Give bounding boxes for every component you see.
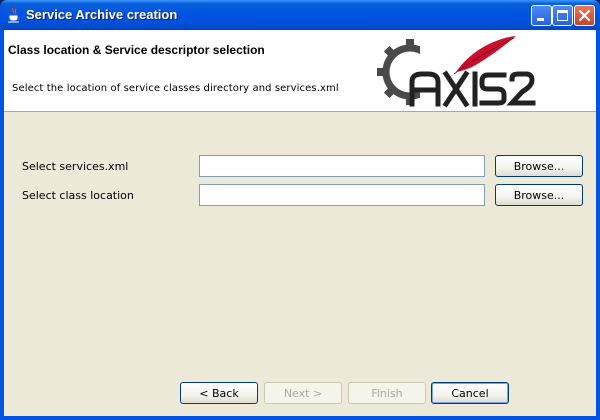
close-icon [578,9,591,22]
minimize-icon [537,18,544,21]
finish-button[interactable]: Finish [348,382,426,404]
browse-class-location-button[interactable]: Browse... [495,184,583,206]
close-button[interactable] [574,5,595,26]
wizard-header: Class location & Service descriptor sele… [4,30,596,111]
title-bar[interactable]: Service Archive creation [0,0,600,30]
header-divider [4,111,596,113]
java-cup-icon [8,7,20,23]
page-description: Select the location of service classes d… [12,83,339,94]
services-xml-input[interactable] [199,155,485,177]
page-title: Class location & Service descriptor sele… [8,43,265,57]
class-location-label: Select class location [22,189,134,202]
services-xml-label: Select services.xml [22,160,129,173]
window-frame-bottom [0,416,600,420]
dialog-window: Service Archive creation Class location … [0,0,600,420]
cancel-button[interactable]: Cancel [431,382,509,404]
window-frame-right [596,30,600,420]
axis2-logo [377,36,536,108]
next-button[interactable]: Next > [264,382,342,404]
back-button[interactable]: < Back [180,382,258,404]
dialog-content: Class location & Service descriptor sele… [4,30,596,416]
maximize-icon [557,10,568,21]
class-location-input[interactable] [199,184,485,206]
minimize-button[interactable] [531,5,552,26]
window-title: Service Archive creation [26,7,178,22]
maximize-button[interactable] [552,5,573,26]
browse-services-xml-button[interactable]: Browse... [495,155,583,177]
